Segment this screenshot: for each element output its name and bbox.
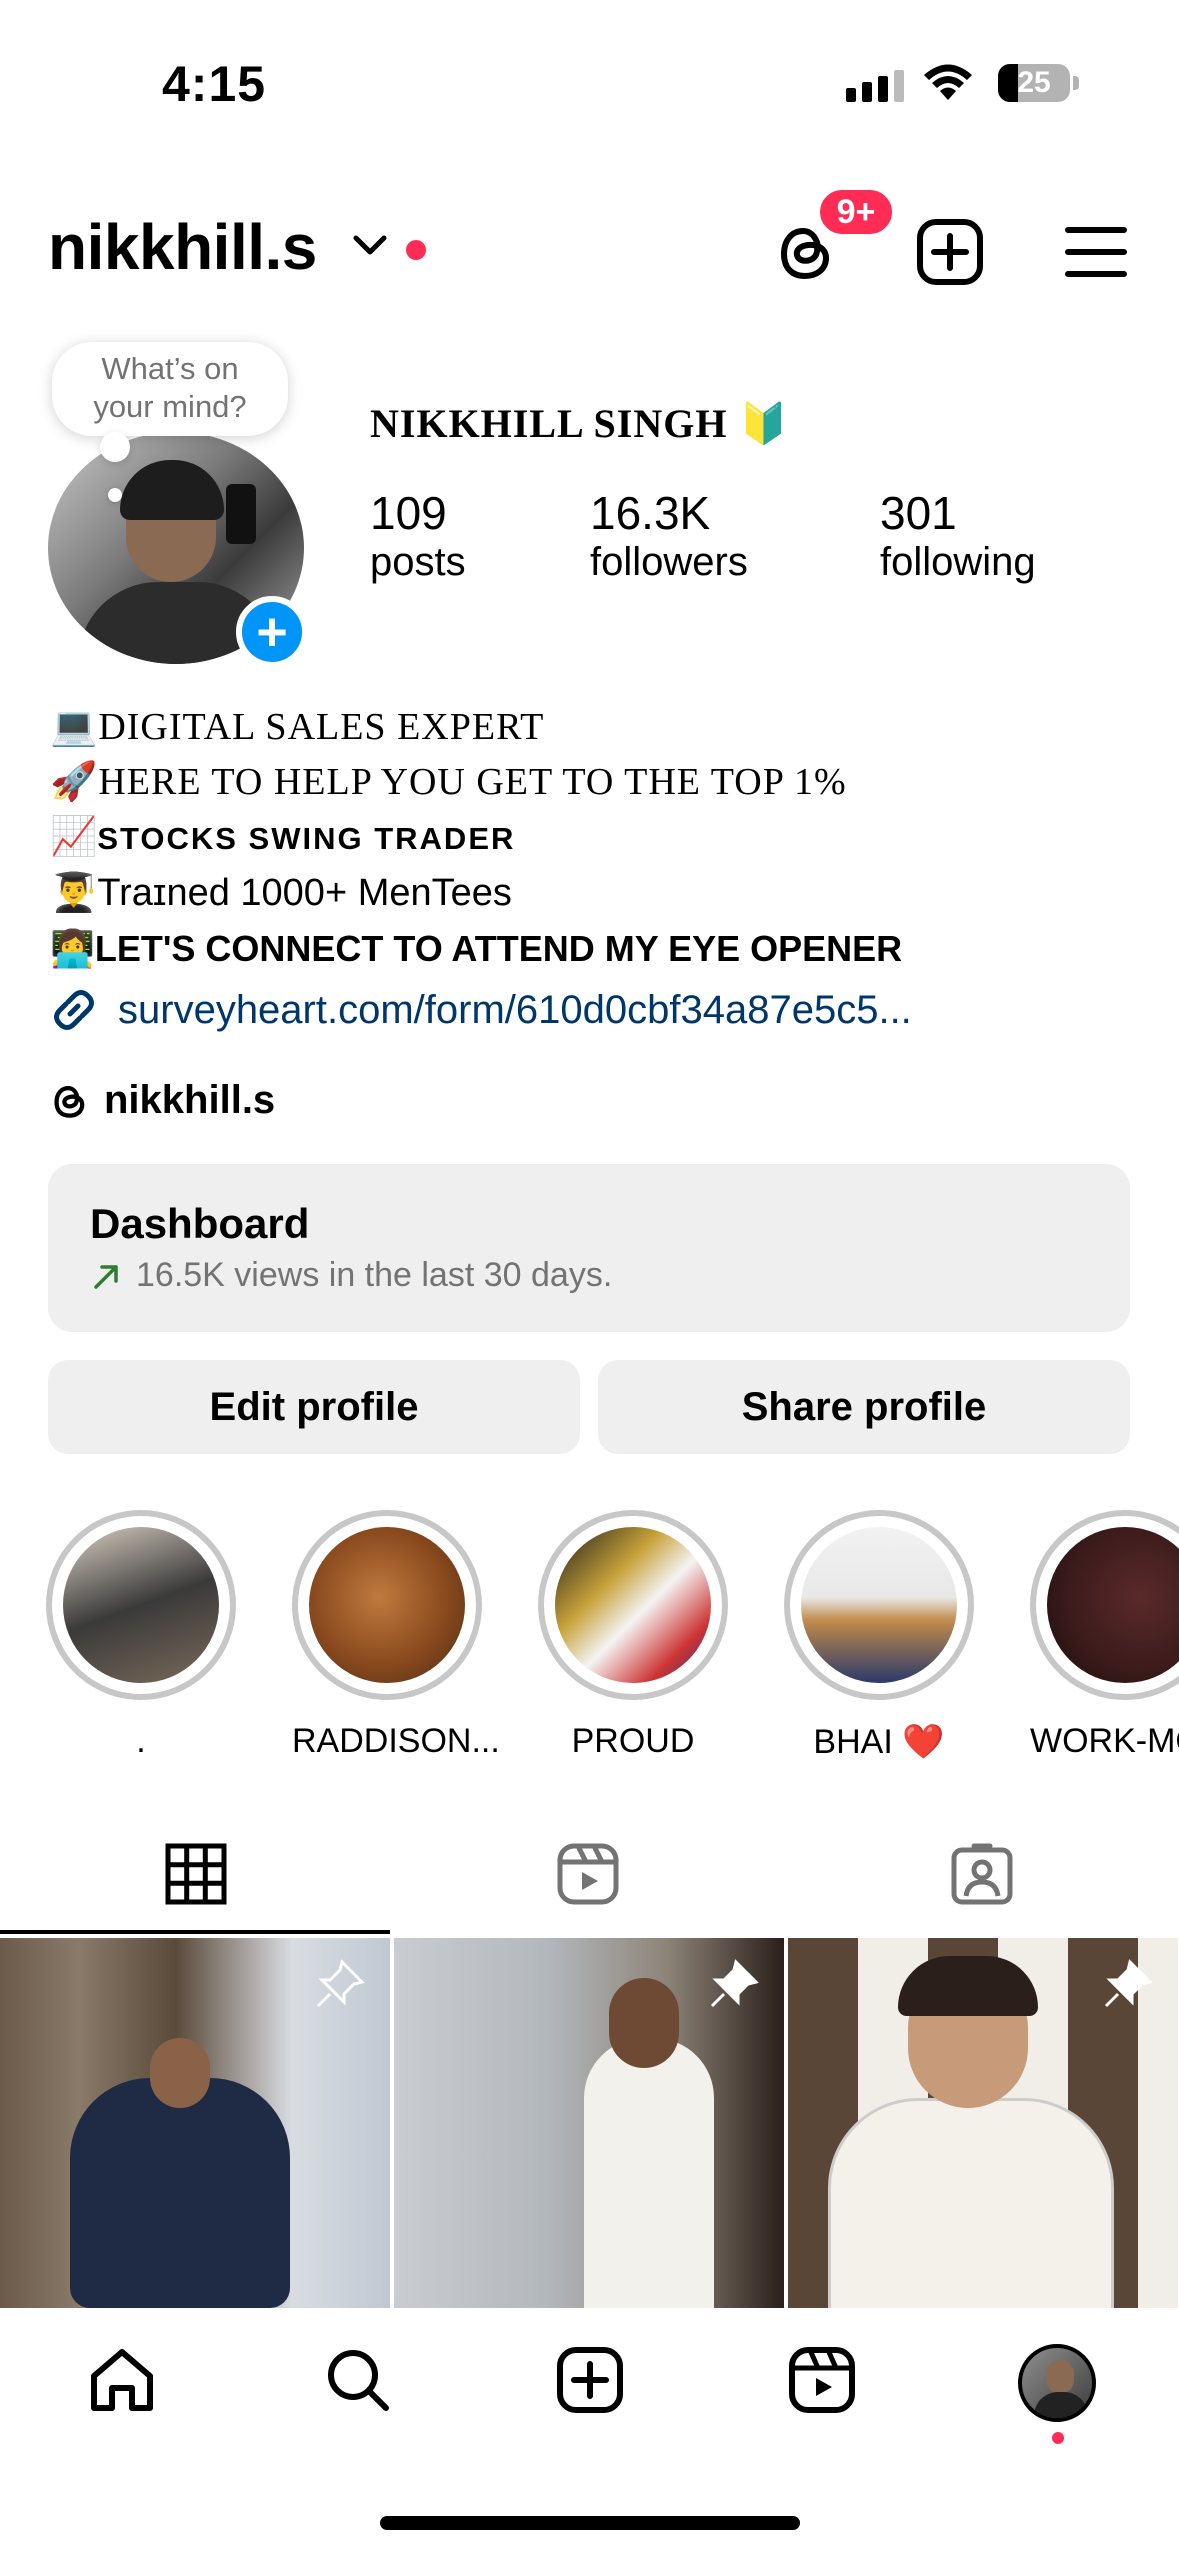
stat-label: following (880, 540, 1036, 584)
highlight-ring (784, 1510, 974, 1700)
pin-icon (316, 1959, 365, 2008)
tagged-tab-icon[interactable] (946, 1838, 1018, 1910)
edit-profile-button[interactable]: Edit profile (48, 1360, 580, 1454)
home-icon[interactable] (86, 2344, 158, 2416)
note-line-2: your mind? (93, 389, 247, 424)
highlight-ring (46, 1510, 236, 1700)
battery-icon: 25 (998, 64, 1070, 102)
account-notification-dot (406, 240, 426, 260)
bio-line: 📈STOCKS SWING TRADER (50, 810, 902, 866)
bio-emoji: 💻 (50, 706, 99, 748)
reels-tab-icon[interactable] (552, 1838, 624, 1910)
battery-cap (1073, 76, 1079, 90)
notification-badge: 9+ (816, 186, 896, 238)
highlight-label: RADDISON... (292, 1722, 500, 1760)
home-indicator (380, 2516, 800, 2530)
highlight-label: PROUD (571, 1722, 695, 1760)
profile-tab-avatar[interactable] (1018, 2344, 1096, 2422)
link-icon (54, 990, 94, 1030)
note-bubble-tail (100, 432, 130, 462)
bio-line: 🚀HERE TO HELP YOU GET TO THE TOP 1% (50, 755, 902, 810)
highlight-item[interactable]: RADDISON... (292, 1510, 500, 1761)
dashboard-subtitle: 16.5K views in the last 30 days. (90, 1256, 612, 1295)
highlight-ring (292, 1510, 482, 1700)
search-icon[interactable] (322, 2344, 394, 2416)
post-thumbnail[interactable] (788, 1938, 1178, 2308)
note-bubble[interactable]: What’s on your mind? (52, 342, 288, 436)
stat-value: 301 (880, 487, 957, 539)
note-bubble-tail-small (108, 488, 122, 502)
bio-emoji: 🚀 (50, 761, 99, 803)
reels-icon[interactable] (786, 2344, 858, 2416)
stat-value: 16.3K (590, 487, 711, 539)
post-thumbnail[interactable] (394, 1938, 784, 2308)
active-tab-indicator (0, 1930, 390, 1934)
highlight-thumbnail (1047, 1527, 1179, 1683)
bio-emoji: 📈 (50, 816, 98, 858)
threads-handle-text: nikkhill.s (104, 1078, 276, 1122)
stat-followers[interactable]: 16.3K followers (590, 486, 748, 585)
highlight-thumbnail (801, 1527, 957, 1683)
threads-profile-link[interactable]: nikkhill.s (48, 1078, 275, 1123)
add-story-button[interactable]: + (236, 596, 308, 668)
highlight-label: WORK-MO (1030, 1722, 1179, 1760)
threads-small-icon (54, 1085, 85, 1118)
trend-up-icon (94, 1264, 118, 1289)
note-line-1: What’s on (101, 351, 239, 386)
professional-dashboard[interactable]: Dashboard 16.5K views in the last 30 day… (48, 1164, 1130, 1332)
highlight-item[interactable]: . (46, 1510, 236, 1761)
wifi-icon (924, 64, 972, 100)
battery-level: 25 (1017, 66, 1051, 99)
stat-label: posts (370, 540, 466, 584)
menu-icon[interactable] (1060, 216, 1132, 288)
bio-line: 💻DIGITAL SALES EXPERT (50, 700, 902, 755)
stat-following[interactable]: 301 following (880, 486, 1036, 585)
highlight-label: . (136, 1722, 146, 1760)
highlight-thumbnail (309, 1527, 465, 1683)
highlight-item[interactable]: PROUD (538, 1510, 728, 1761)
bio-text: HERE TO HELP YOU GET TO THE TOP 1% (98, 761, 847, 803)
highlight-label: BHAI ❤️ (813, 1723, 945, 1761)
dashboard-title: Dashboard (90, 1200, 310, 1247)
bio-line: 👩‍💻LET'S CONNECT TO ATTEND MY EYE OPENER (50, 921, 902, 976)
highlight-item[interactable]: WORK-MO (1030, 1510, 1179, 1761)
bio-emoji: 👨‍🎓 (50, 872, 98, 914)
profile-full-name: NIKKHILL SINGH 🔰 (370, 401, 790, 446)
profile-tab-dot (1052, 2432, 1064, 2444)
bio-text: STOCKS SWING TRADER (97, 821, 516, 856)
bio-text: LET'S CONNECT TO ATTEND MY EYE OPENER (94, 928, 903, 969)
chevron-down-icon[interactable] (352, 232, 388, 258)
dashboard-views-text: 16.5K views in the last 30 days. (136, 1256, 613, 1294)
cellular-signal-icon (846, 70, 904, 102)
stat-posts[interactable]: 109 posts (370, 486, 466, 585)
highlight-thumbnail (63, 1527, 219, 1683)
bio-link[interactable]: surveyheart.com/form/610d0cbf34a87e5c5..… (48, 984, 912, 1036)
highlight-thumbnail (555, 1527, 711, 1683)
share-profile-button[interactable]: Share profile (598, 1360, 1130, 1454)
highlight-item[interactable]: BHAI ❤️ (784, 1510, 974, 1762)
create-post-icon[interactable] (914, 216, 986, 288)
grid-tab-icon[interactable] (160, 1838, 232, 1910)
account-username[interactable]: nikkhill.s (48, 210, 317, 284)
bio-text: Traɪned 1000+ MenTees (97, 872, 512, 914)
highlight-ring (1030, 1510, 1179, 1700)
profile-bio: 💻DIGITAL SALES EXPERT 🚀HERE TO HELP YOU … (50, 700, 902, 976)
highlight-ring (538, 1510, 728, 1700)
stat-value: 109 (370, 487, 447, 539)
bio-line: 👨‍🎓Traɪned 1000+ MenTees (50, 866, 902, 921)
pin-icon (710, 1959, 759, 2008)
status-time: 4:15 (162, 56, 267, 112)
pin-icon (1104, 1959, 1153, 2008)
stat-label: followers (590, 540, 748, 584)
post-thumbnail[interactable] (0, 1938, 390, 2308)
bio-text: DIGITAL SALES EXPERT (98, 706, 545, 748)
create-icon[interactable] (554, 2344, 626, 2416)
bio-emoji: 👩‍💻 (50, 928, 95, 969)
bio-link-text: surveyheart.com/form/610d0cbf34a87e5c5..… (118, 987, 912, 1032)
